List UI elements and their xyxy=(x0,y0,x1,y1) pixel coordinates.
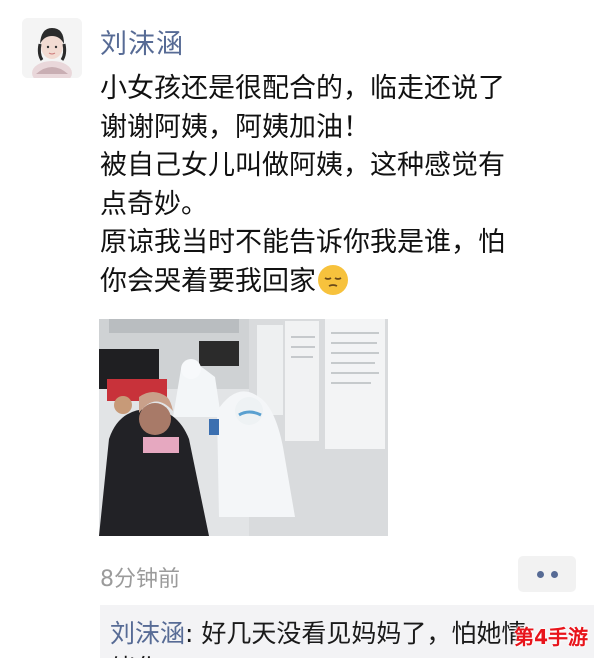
more-actions-button[interactable] xyxy=(518,556,576,592)
post-line: 被自己女儿叫做阿姨，这种感觉有 xyxy=(100,150,505,181)
watermark-logo: 第4手游 xyxy=(514,625,588,649)
post-photo[interactable] xyxy=(99,319,388,536)
post-timestamp: 8分钟前 xyxy=(100,567,180,592)
comment-text-continued: 绪化 xyxy=(110,649,160,658)
post-line: 谢谢阿姨，阿姨加油！ xyxy=(100,111,370,143)
post-line: 原谅我当时不能告诉你我是谁，怕 xyxy=(100,227,505,258)
comment-separator: : xyxy=(185,619,202,648)
photo-image xyxy=(99,319,388,536)
avatar-image xyxy=(22,18,82,78)
avatar[interactable] xyxy=(22,18,82,78)
comment-author[interactable]: 刘沫涵 xyxy=(110,619,185,648)
pensive-face-emoji-icon xyxy=(318,264,348,295)
post-line: 小女孩还是很配合的，临走还说了 xyxy=(100,73,505,104)
post-author-name[interactable]: 刘沫涵 xyxy=(100,22,184,61)
more-dots-icon xyxy=(536,570,544,578)
post-line: 点奇妙。 xyxy=(100,188,208,220)
post-text: 小女孩还是很配合的，临走还说了 谢谢阿姨，阿姨加油！ 被自己女儿叫做阿姨，这种感… xyxy=(100,70,586,301)
comment[interactable]: 刘沫涵: 好几天没看见妈妈了，怕她情 xyxy=(110,614,526,650)
comment-text: 好几天没看见妈妈了，怕她情 xyxy=(201,619,527,648)
more-dots-icon xyxy=(550,570,558,578)
post-line: 你会哭着要我回家 xyxy=(100,265,316,297)
